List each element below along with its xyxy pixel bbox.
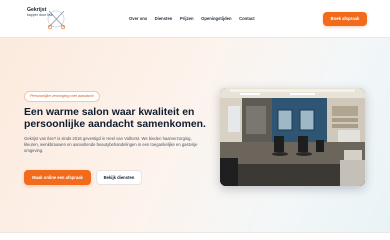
next-section-edge	[0, 232, 390, 240]
hero-headline: Een warme salon waar kwaliteit en persoo…	[24, 107, 206, 130]
top-navigation: Gekrijst kapper door Ilse Over ons Diens…	[0, 0, 390, 38]
nav-link-openingstijden[interactable]: Openingstijden	[201, 16, 231, 21]
nav-link-diensten[interactable]: Diensten	[155, 16, 173, 21]
main-menu: Over ons Diensten Prijzen Openingstijden…	[129, 16, 262, 21]
nav-link-prijzen[interactable]: Prijzen	[180, 16, 194, 21]
nav-link-contact[interactable]: Contact	[239, 16, 255, 21]
hero-intro: Gekrijst van Ilse? is sinds 2016 gevesti…	[24, 136, 198, 153]
salon-interior-photo	[220, 88, 365, 186]
book-appointment-button[interactable]: Boek afspraak	[323, 12, 367, 26]
view-services-button[interactable]: Bekijk diensten	[96, 170, 142, 185]
salon-interior-illustration	[220, 88, 365, 186]
hero-badge: Persoonlijke verzorging met aandacht	[24, 91, 100, 102]
online-booking-button[interactable]: Maak online een afspraak	[24, 170, 91, 185]
brand-tagline: kapper door Ilse	[27, 13, 53, 17]
nav-link-over-ons[interactable]: Over ons	[129, 16, 147, 21]
